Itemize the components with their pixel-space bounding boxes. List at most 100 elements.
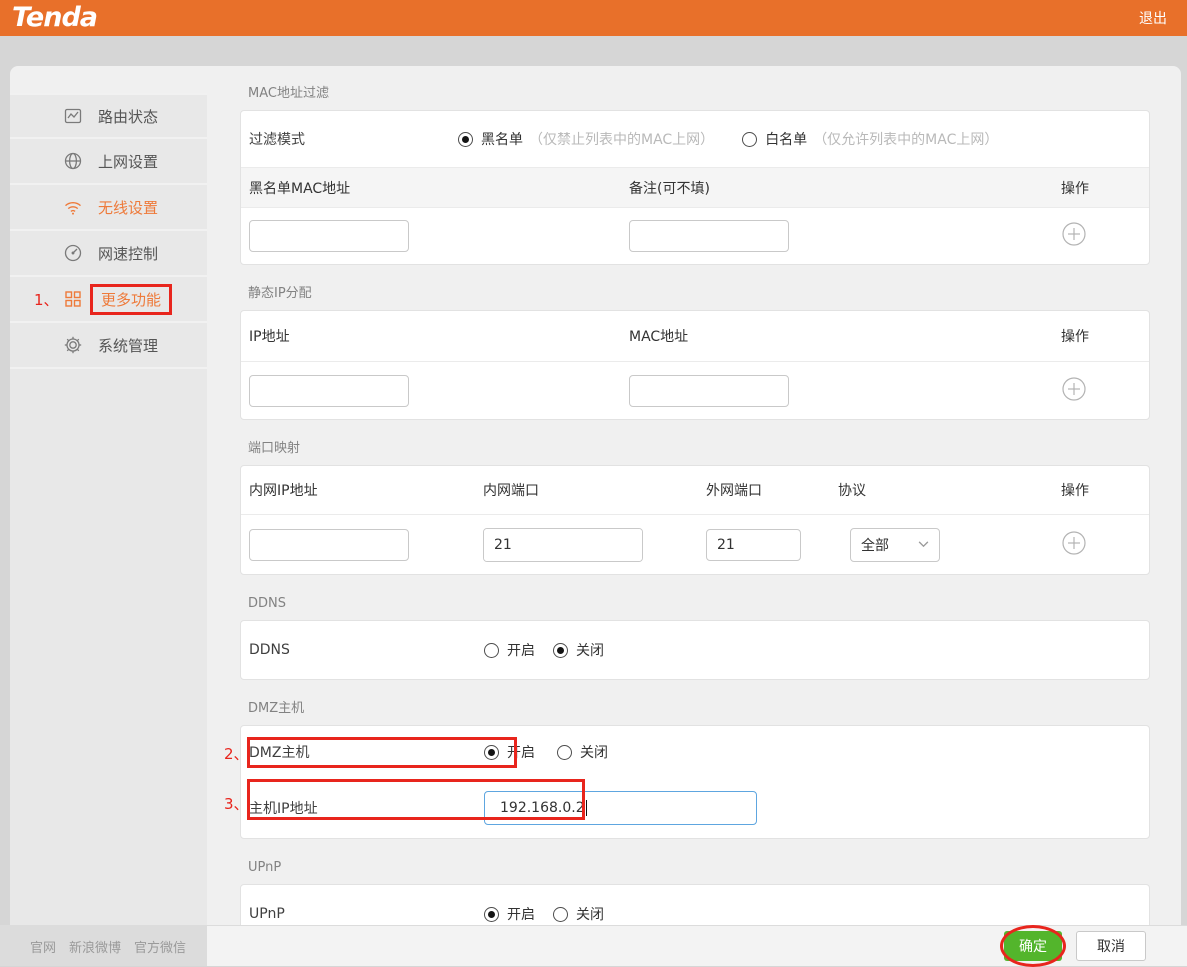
add-static-ip-button[interactable]: [1061, 376, 1087, 402]
add-port-mapping-button[interactable]: [1061, 530, 1087, 556]
content-panel: 路由状态 上网设置 无线设置: [10, 66, 1181, 966]
col-wan-port: 外网端口: [706, 480, 838, 500]
section-title-dmz: DMZ主机: [248, 700, 1158, 718]
dmz-host-ip-value: 192.168.0.2: [500, 800, 585, 816]
sidebar-item-internet-settings[interactable]: 上网设置: [10, 139, 207, 185]
sidebar-item-label: 网速控制: [98, 243, 158, 264]
upnp-off-radio[interactable]: [553, 907, 568, 922]
footer-link-sina-weibo[interactable]: 新浪微博: [69, 937, 121, 956]
sidebar-item-label: 路由状态: [98, 106, 158, 127]
upnp-label: UPnP: [249, 906, 484, 922]
port-mapping-card: 内网IP地址 内网端口 外网端口 协议 操作 全部: [240, 465, 1150, 575]
sidebar-item-label: 上网设置: [98, 151, 158, 172]
col-lan-port: 内网端口: [483, 480, 706, 500]
dmz-off-label: 关闭: [580, 742, 608, 762]
protocol-select[interactable]: 全部: [850, 528, 940, 562]
port-mapping-header-row: 内网IP地址 内网端口 外网端口 协议 操作: [241, 466, 1149, 514]
section-title-mac-filter: MAC地址过滤: [248, 85, 1158, 103]
bottom-action-bar: 官网 新浪微博 官方微信 确定 取消: [0, 925, 1187, 966]
upnp-on-radio[interactable]: [484, 907, 499, 922]
sidebar-item-router-status[interactable]: 路由状态: [10, 93, 207, 139]
mac-filter-header-row: 黑名单MAC地址 备注(可不填) 操作: [241, 167, 1149, 207]
section-title-upnp: UPnP: [248, 859, 1158, 877]
settings-content: MAC地址过滤 过滤模式 黑名单 （仅禁止列表中的MAC上网） 白名单 （仅允许…: [207, 66, 1181, 966]
annotation-step-2: 2、: [224, 743, 249, 764]
ddns-on-label: 开启: [507, 640, 535, 660]
plus-icon: [1061, 530, 1087, 556]
lan-ip-input[interactable]: [249, 529, 409, 561]
static-ip-card: IP地址 MAC地址 操作: [240, 310, 1150, 420]
whitelist-note: （仅允许列表中的MAC上网）: [813, 129, 998, 149]
sidebar-item-system-management[interactable]: 系统管理: [10, 323, 207, 369]
sidebar-item-label: 更多功能: [101, 291, 161, 309]
blacklist-mac-input[interactable]: [249, 220, 409, 252]
ddns-label: DDNS: [249, 642, 484, 658]
wan-port-input[interactable]: [706, 529, 801, 561]
dmz-label: DMZ主机: [249, 742, 484, 762]
remark-input[interactable]: [629, 220, 789, 252]
dmz-off-radio[interactable]: [557, 745, 572, 760]
ddns-card: DDNS 开启 关闭: [240, 620, 1150, 680]
blacklist-radio-label: 黑名单: [481, 129, 523, 149]
add-mac-filter-button[interactable]: [1061, 221, 1087, 247]
main-area: 路由状态 上网设置 无线设置: [0, 36, 1187, 966]
upnp-off-label: 关闭: [576, 904, 604, 924]
col-protocol: 协议: [838, 480, 1061, 500]
sidebar-item-more-functions[interactable]: 1、 更多功能: [10, 277, 207, 323]
blacklist-note: （仅禁止列表中的MAC上网）: [529, 129, 714, 149]
speedometer-icon: [63, 243, 83, 263]
filter-mode-row: 过滤模式 黑名单 （仅禁止列表中的MAC上网） 白名单 （仅允许列表中的MAC上…: [241, 111, 1149, 167]
ok-button[interactable]: 确定: [1004, 931, 1062, 961]
static-mac-input[interactable]: [629, 375, 789, 407]
dmz-card: 2、 DMZ主机 开启 关闭 3、 主机IP地址: [240, 725, 1150, 839]
upnp-on-label: 开启: [507, 904, 535, 924]
logout-link[interactable]: 退出: [1139, 8, 1167, 28]
sidebar: 路由状态 上网设置 无线设置: [10, 93, 207, 966]
dmz-host-ip-input[interactable]: 192.168.0.2: [484, 791, 757, 825]
lan-port-combobox: [483, 528, 643, 562]
mac-filter-input-row: [241, 207, 1149, 264]
router-status-icon: [63, 106, 83, 126]
footer-link-official-wechat[interactable]: 官方微信: [134, 937, 186, 956]
annotation-box-more-functions: 更多功能: [90, 284, 172, 315]
annotation-step-1: 1、: [34, 289, 59, 310]
ddns-off-label: 关闭: [576, 640, 604, 660]
grid-icon: [63, 289, 83, 309]
wifi-icon: [63, 197, 83, 217]
chevron-down-icon: [918, 541, 929, 548]
col-remark: 备注(可不填): [629, 178, 1061, 198]
ddns-row: DDNS 开启 关闭: [241, 621, 1149, 679]
dmz-on-radio[interactable]: [484, 745, 499, 760]
ddns-on-radio[interactable]: [484, 643, 499, 658]
ddns-off-radio[interactable]: [553, 643, 568, 658]
mac-filter-card: 过滤模式 黑名单 （仅禁止列表中的MAC上网） 白名单 （仅允许列表中的MAC上…: [240, 110, 1150, 265]
blacklist-radio[interactable]: [458, 132, 473, 147]
dmz-on-label: 开启: [507, 742, 535, 762]
tenda-logo: Tenda: [12, 0, 97, 36]
footer-links: 官网 新浪微博 官方微信: [0, 937, 186, 956]
col-lan-ip: 内网IP地址: [249, 480, 483, 500]
sidebar-item-wireless-settings[interactable]: 无线设置: [10, 185, 207, 231]
whitelist-radio[interactable]: [742, 132, 757, 147]
protocol-value: 全部: [861, 535, 889, 555]
dmz-switch-row: 2、 DMZ主机 开启 关闭: [241, 726, 1149, 778]
lan-port-input[interactable]: [484, 529, 643, 561]
col-action: 操作: [1061, 178, 1141, 198]
col-action: 操作: [1061, 326, 1141, 346]
filter-mode-label: 过滤模式: [249, 129, 458, 149]
plus-icon: [1061, 221, 1087, 247]
cancel-button[interactable]: 取消: [1076, 931, 1146, 961]
section-title-port-mapping: 端口映射: [248, 440, 1158, 458]
annotation-step-3: 3、: [224, 793, 249, 814]
sidebar-item-label: 系统管理: [98, 335, 158, 356]
static-ip-header-row: IP地址 MAC地址 操作: [241, 311, 1149, 361]
dmz-host-ip-label: 主机IP地址: [249, 798, 484, 818]
dmz-host-ip-row: 3、 主机IP地址 192.168.0.2: [241, 778, 1149, 838]
static-ip-input[interactable]: [249, 375, 409, 407]
whitelist-radio-label: 白名单: [765, 129, 807, 149]
gear-icon: [63, 335, 83, 355]
footer-link-official-site[interactable]: 官网: [30, 937, 56, 956]
sidebar-item-speed-control[interactable]: 网速控制: [10, 231, 207, 277]
col-ip: IP地址: [249, 326, 629, 346]
port-mapping-input-row: 全部: [241, 514, 1149, 574]
